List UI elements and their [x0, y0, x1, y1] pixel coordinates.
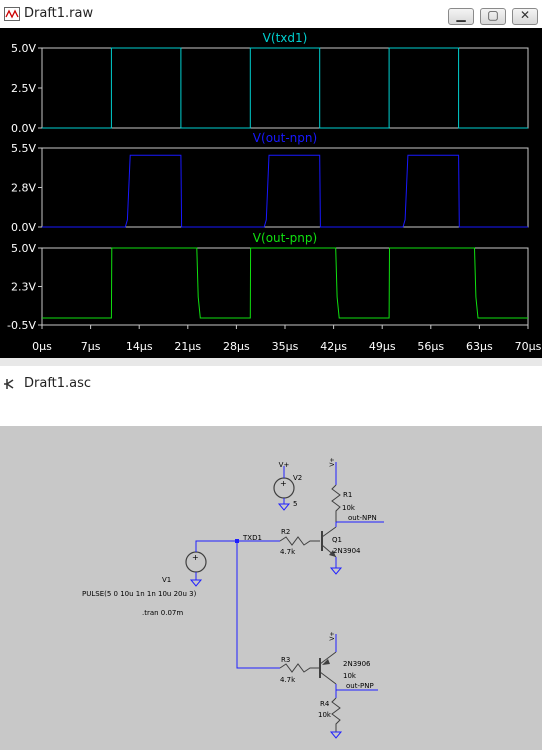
window-separator [0, 358, 542, 366]
y-tick-label: 0.0V [11, 221, 36, 234]
x-tick-label: 0µs [32, 340, 52, 353]
svg-text:V+: V+ [279, 461, 290, 469]
label-out-pnp: out-PNP [346, 682, 374, 690]
v2-name: V2 [293, 474, 302, 482]
r2-value: 4.7k [280, 548, 296, 556]
minimize-icon: ▁ [456, 8, 466, 22]
q1-value: 2N3904 [333, 547, 361, 555]
y-tick-label: 5.0V [11, 42, 36, 55]
schematic-window-title: Draft1.asc [24, 376, 92, 391]
y-tick-label: 2.3V [11, 281, 36, 294]
q1-name: Q1 [332, 536, 342, 544]
close-button[interactable]: ✕ [512, 8, 538, 25]
pane-title: V(out-pnp) [253, 231, 317, 245]
x-tick-label: 63µs [466, 340, 493, 353]
close-icon: ✕ [519, 8, 531, 22]
x-tick-label: 70µs [515, 340, 542, 353]
x-tick-label: 28µs [223, 340, 250, 353]
x-tick-label: 56µs [417, 340, 444, 353]
v2-value: 5 [293, 500, 297, 508]
plot-background [0, 28, 542, 358]
tran-directive: .tran 0.07m [142, 609, 183, 617]
r1-value: 10k [342, 504, 356, 512]
y-tick-label: -0.5V [7, 319, 36, 332]
svg-text:+: + [280, 479, 287, 488]
x-tick-label: 42µs [320, 340, 347, 353]
restore-button[interactable]: ▢ [480, 8, 506, 25]
net-label-txd1: TXD1 [242, 534, 262, 542]
x-tick-label: 49µs [369, 340, 396, 353]
waveform-title-bar: Draft1.raw ▁ ▢ ✕ [0, 0, 542, 28]
y-tick-label: 5.5V [11, 142, 36, 155]
schematic-canvas[interactable]: + V+ V2 5 + V1 PULSE(5 0 10u 1n 1n 10u 2… [0, 394, 542, 750]
r4-name: R4 [320, 700, 330, 708]
r1-name: R1 [343, 491, 352, 499]
restore-icon: ▢ [487, 8, 499, 22]
y-tick-label: 0.0V [11, 122, 36, 135]
waveform-window-title: Draft1.raw [24, 6, 94, 21]
vplus-q2: V+ [329, 631, 336, 640]
r2-name: R2 [281, 528, 290, 536]
vplus-r1: V+ [329, 457, 336, 466]
junction-dot [235, 539, 239, 543]
pane-title: V(txd1) [263, 31, 308, 45]
v1-name: V1 [162, 576, 171, 584]
svg-text:+: + [192, 553, 199, 562]
y-tick-label: 5.0V [11, 242, 36, 255]
waveform-app-icon [4, 6, 20, 25]
r-label-q2: 10k [343, 672, 357, 680]
x-tick-label: 14µs [126, 340, 153, 353]
r4-value: 10k [318, 711, 332, 719]
minimize-button[interactable]: ▁ [448, 8, 474, 25]
pane-title: V(out-npn) [253, 131, 317, 145]
y-tick-label: 2.8V [11, 182, 36, 195]
r3-name: R3 [281, 656, 290, 664]
label-out-npn: out-NPN [348, 514, 377, 522]
y-tick-label: 2.5V [11, 82, 36, 95]
r3-value: 4.7k [280, 676, 296, 684]
q2-value: 2N3906 [343, 660, 371, 668]
schematic-app-icon [4, 376, 20, 395]
x-tick-label: 35µs [272, 340, 299, 353]
v1-value: PULSE(5 0 10u 1n 1n 10u 20u 3) [82, 590, 197, 598]
x-tick-label: 21µs [174, 340, 201, 353]
x-tick-label: 7µs [81, 340, 101, 353]
waveform-plot[interactable]: 5.0V 2.5V 0.0V V(txd1) 5.5V 2.8V 0.0V V(out-npn… [0, 28, 542, 358]
schematic-background [0, 426, 542, 750]
